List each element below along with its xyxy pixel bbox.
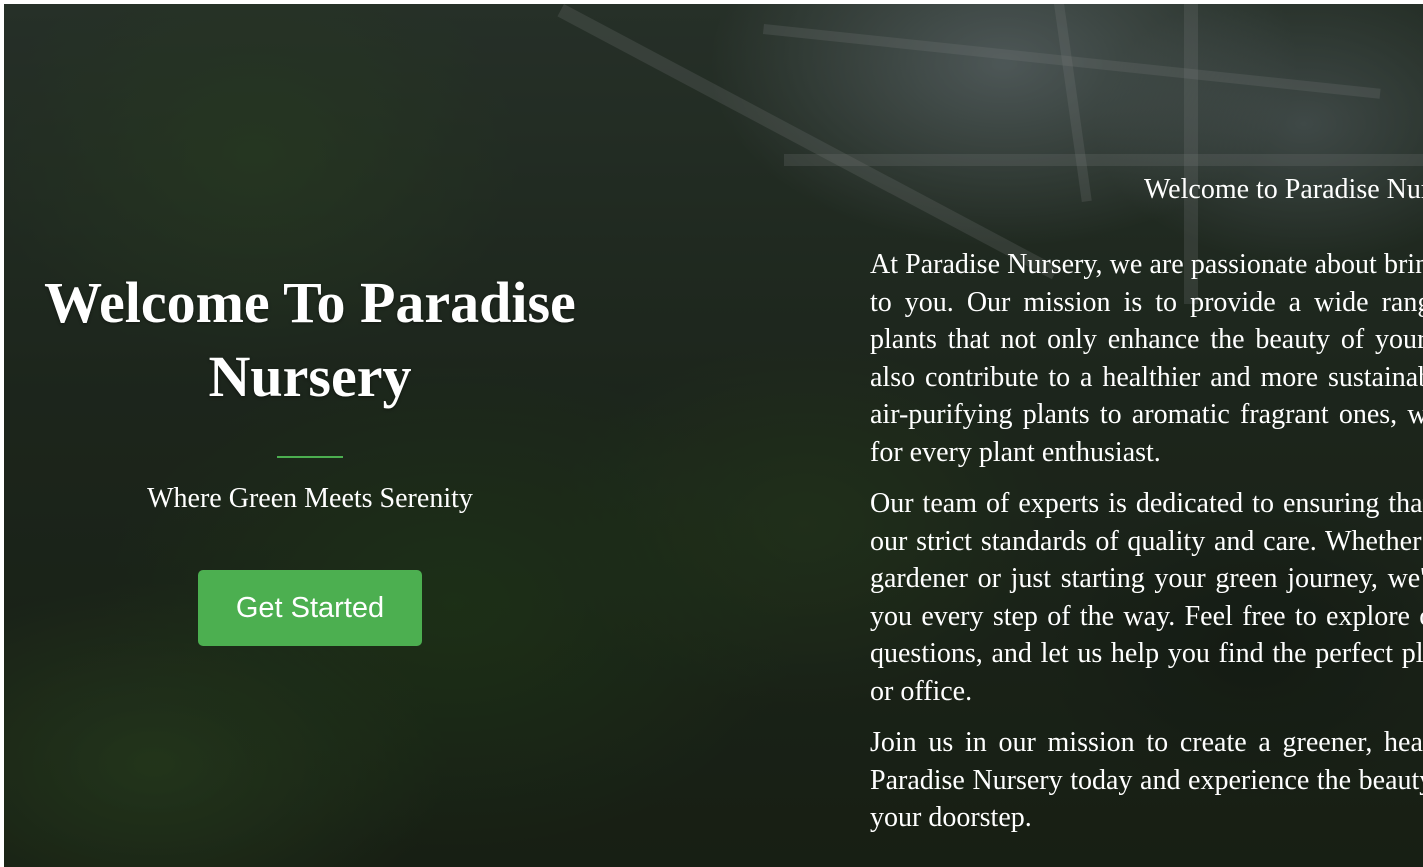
get-started-button[interactable]: Get Started xyxy=(198,570,422,646)
about-paragraph: Join us in our mission to create a green… xyxy=(870,727,1423,833)
about-section: Welcome to Paradise Nursery, where green… xyxy=(870,174,1423,851)
title-divider xyxy=(277,456,343,458)
about-paragraph: At Paradise Nursery, we are passionate a… xyxy=(870,249,1423,468)
hero-tagline: Where Green Meets Serenity xyxy=(147,483,473,514)
hero-title: Welcome To Paradise Nursery xyxy=(44,270,576,409)
hero-background: Welcome To Paradise Nursery Where Green … xyxy=(4,4,1423,867)
hero-section: Welcome To Paradise Nursery Where Green … xyxy=(4,266,616,646)
about-heading: Welcome to Paradise Nursery, where green… xyxy=(1144,174,1423,205)
about-paragraph: Our team of experts is dedicated to ensu… xyxy=(870,488,1423,707)
